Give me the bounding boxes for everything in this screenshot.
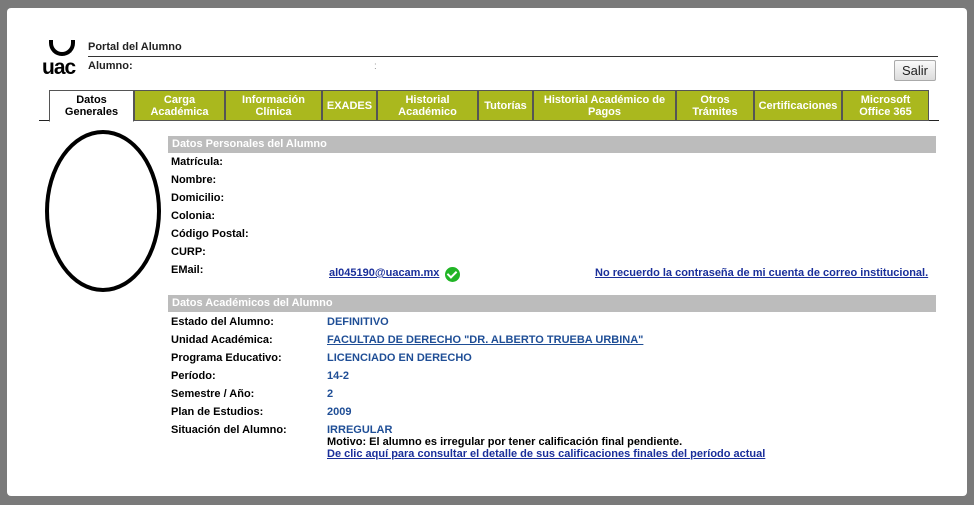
matricula-label: Matrícula: (171, 156, 223, 168)
tab-tutorias[interactable]: Tutorías (478, 90, 533, 121)
colonia-label: Colonia: (171, 210, 215, 222)
codigo-postal-label: Código Postal: (171, 228, 249, 240)
logo-text: uac (42, 56, 76, 79)
nombre-label: Nombre: (171, 174, 217, 186)
semestre-label: Semestre / Año: (171, 388, 255, 400)
header-divider (88, 56, 938, 57)
student-photo-placeholder (45, 130, 161, 292)
logo-arc-icon (49, 40, 75, 56)
curp-label: CURP: (171, 246, 206, 258)
portal-frame: uac Portal del Alumno Alumno: : Salir Da… (7, 8, 967, 496)
alumno-separator: : (374, 61, 377, 72)
forgot-password-link[interactable]: No recuerdo la contraseña de mi cuenta d… (595, 267, 928, 279)
plan-label: Plan de Estudios: (171, 406, 264, 418)
uac-logo: uac (42, 40, 82, 88)
situacion-value: IRREGULAR (327, 424, 393, 436)
motivo-text: Motivo: El alumno es irregular por tener… (327, 436, 683, 448)
tab-datos-generales[interactable]: Datos Generales (49, 90, 134, 122)
portal-title: Portal del Alumno (88, 41, 182, 53)
tab-informacion-clinica[interactable]: Información Clínica (225, 90, 322, 121)
semestre-value: 2 (327, 388, 334, 400)
unidad-link[interactable]: FACULTAD DE DERECHO "DR. ALBERTO TRUEBA … (327, 334, 643, 346)
tab-exades[interactable]: EXADES (322, 90, 377, 121)
plan-value: 2009 (327, 406, 352, 418)
academic-section-header: Datos Académicos del Alumno (168, 295, 936, 312)
email-label: EMail: (171, 264, 204, 276)
tab-microsoft-office[interactable]: Microsoft Office 365 (842, 90, 929, 121)
tab-historial-academico[interactable]: Historial Académico (377, 90, 478, 121)
email-link[interactable]: al045190@uacam.mx (329, 267, 439, 279)
tab-bar: Datos Generales Carga Académica Informac… (39, 90, 939, 122)
tab-historial-pagos[interactable]: Historial Académico de Pagos (533, 90, 676, 121)
situacion-label: Situación del Alumno: (171, 424, 287, 436)
programa-label: Programa Educativo: (171, 352, 282, 364)
estado-value: DEFINITIVO (327, 316, 389, 328)
tab-certificaciones[interactable]: Certificaciones (754, 90, 842, 121)
unidad-label: Unidad Académica: (171, 334, 273, 346)
check-circle-icon (445, 267, 460, 282)
periodo-label: Período: (171, 370, 216, 382)
tab-carga-academica[interactable]: Carga Académica (134, 90, 225, 121)
tab-otros-tramites[interactable]: Otros Trámites (676, 90, 754, 121)
estado-label: Estado del Alumno: (171, 316, 274, 328)
alumno-label: Alumno: (88, 60, 133, 72)
periodo-value: 14-2 (327, 370, 350, 382)
programa-value: LICENCIADO EN DERECHO (327, 352, 472, 364)
salir-button[interactable]: Salir (894, 60, 936, 81)
domicilio-label: Domicilio: (171, 192, 225, 204)
personal-section-header: Datos Personales del Alumno (168, 136, 936, 153)
detalle-calificaciones-link[interactable]: De clic aquí para consultar el detalle d… (327, 448, 765, 460)
